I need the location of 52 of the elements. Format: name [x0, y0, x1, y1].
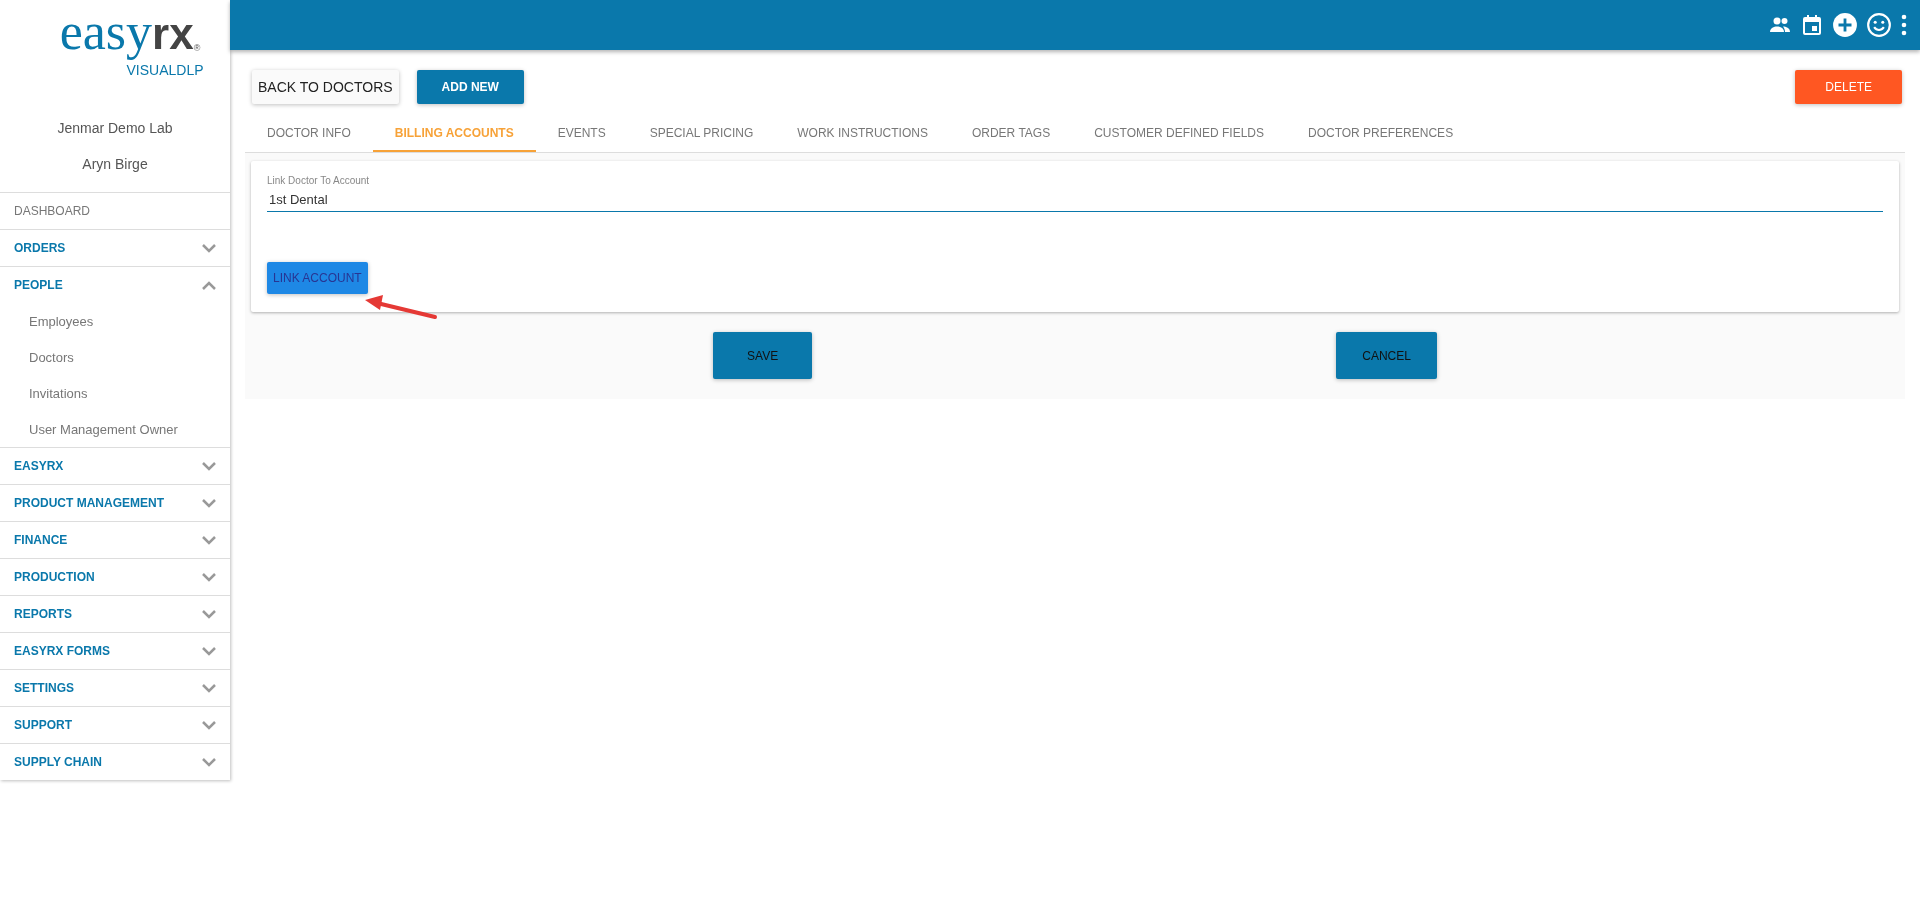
sidebar-subitem[interactable]: Doctors	[0, 339, 230, 375]
sidebar-item[interactable]: SUPPORT	[0, 706, 230, 743]
registered-mark: ®	[193, 44, 201, 53]
chevron-down-icon	[202, 757, 216, 767]
sidebar-subitem[interactable]: Invitations	[0, 375, 230, 411]
tab[interactable]: DOCTOR INFO	[245, 116, 373, 152]
smiley-icon[interactable]	[1866, 12, 1892, 38]
logo-subtitle: VISUALDLP	[126, 62, 204, 78]
sidebar-item[interactable]: PEOPLE	[0, 266, 230, 303]
sidebar-subitem[interactable]: Employees	[0, 303, 230, 339]
sidebar-item[interactable]: ORDERS	[0, 229, 230, 266]
delete-button[interactable]: DELETE	[1795, 70, 1902, 104]
input-field[interactable]: 1st Dental	[267, 192, 1883, 212]
sidebar-item[interactable]: SUPPLY CHAIN	[0, 743, 230, 780]
sidebar-item[interactable]: EASYRX	[0, 447, 230, 484]
chevron-down-icon	[202, 572, 216, 582]
chevron-down-icon	[202, 646, 216, 656]
sidebar-item[interactable]: PRODUCTION	[0, 558, 230, 595]
tab[interactable]: DOCTOR PREFERENCES	[1286, 116, 1476, 152]
tab[interactable]: WORK INSTRUCTIONS	[775, 116, 950, 152]
logo-text: rx	[152, 12, 194, 56]
organization-name: Jenmar Demo Lab	[56, 119, 174, 138]
chevron-down-icon	[202, 461, 216, 471]
sidebar-item[interactable]: PRODUCT MANAGEMENT	[0, 484, 230, 521]
back-button[interactable]: BACK TO DOCTORS	[252, 70, 399, 104]
calendar-icon[interactable]	[1800, 13, 1824, 37]
save-button[interactable]: SAVE	[713, 332, 813, 379]
link-account-button[interactable]: LINK ACCOUNT	[267, 262, 368, 294]
chevron-down-icon	[202, 609, 216, 619]
chevron-down-icon	[202, 683, 216, 693]
tab[interactable]: EVENTS	[535, 116, 628, 152]
chevron-down-icon	[202, 535, 216, 545]
sidebar-item[interactable]: FINANCE	[0, 521, 230, 558]
chevron-down-icon	[202, 243, 216, 253]
sidebar-item[interactable]: DASHBOARD	[0, 192, 230, 229]
sidebar-subitem[interactable]: User Management Owner	[0, 411, 230, 447]
cancel-button[interactable]: CANCEL	[1336, 332, 1437, 379]
logo-text: easy	[59, 6, 153, 58]
user-name: Aryn Birge	[81, 155, 149, 174]
add-new-button[interactable]: ADD NEW	[416, 70, 524, 104]
chevron-down-icon	[202, 498, 216, 508]
tab[interactable]: CUSTOMER DEFINED FIELDS	[1072, 116, 1286, 152]
field-label: Link Doctor To Account	[267, 175, 371, 186]
more-icon[interactable]	[1900, 14, 1908, 36]
chevron-up-icon	[202, 280, 216, 290]
sidebar-item[interactable]: REPORTS	[0, 595, 230, 632]
sidebar-item[interactable]: EASYRX FORMS	[0, 632, 230, 669]
tab[interactable]: SPECIAL PRICING	[627, 116, 776, 152]
sidebar-item[interactable]: SETTINGS	[0, 669, 230, 706]
chevron-down-icon	[202, 720, 216, 730]
add-icon[interactable]	[1832, 12, 1858, 38]
tab[interactable]: ORDER TAGS	[949, 116, 1073, 152]
